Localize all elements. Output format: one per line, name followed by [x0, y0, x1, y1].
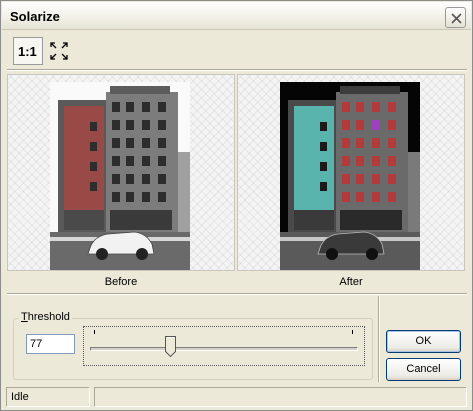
threshold-label: Threshold — [19, 311, 72, 323]
after-caption: After — [339, 276, 363, 288]
fit-to-window-button[interactable] — [47, 37, 69, 65]
title-bar: Solarize — [2, 2, 471, 30]
actual-size-label: 1:1 — [18, 44, 37, 59]
buttons-separator — [378, 296, 380, 382]
status-text: Idle — [11, 391, 29, 403]
solarize-dialog: Solarize 1:1 Before After Threshold 77 O… — [0, 0, 473, 411]
slider-thumb[interactable] — [165, 336, 177, 357]
after-preview-pane — [237, 74, 465, 271]
slider-tick-max — [352, 330, 353, 334]
before-preview-pane — [7, 74, 235, 271]
cancel-button[interactable]: Cancel — [386, 358, 461, 381]
slider-tick-min — [94, 330, 95, 334]
threshold-value-input[interactable] — [26, 334, 75, 354]
after-image — [280, 82, 420, 270]
ok-button[interactable]: OK — [386, 330, 461, 353]
toolbar-separator — [7, 69, 467, 71]
threshold-slider[interactable] — [83, 326, 365, 366]
status-panel-state: Idle — [6, 387, 90, 407]
close-icon — [451, 13, 462, 24]
preview-separator — [7, 293, 467, 295]
close-button[interactable] — [445, 7, 466, 28]
status-panel-info — [94, 387, 467, 407]
fit-to-window-icon — [50, 42, 68, 60]
before-caption: Before — [104, 276, 138, 288]
threshold-label-accelerator: T — [21, 311, 28, 323]
toolbar: 1:1 — [7, 37, 469, 67]
status-bar: Idle — [2, 385, 471, 410]
before-image — [50, 82, 190, 270]
slider-track — [90, 347, 358, 351]
window-title: Solarize — [10, 9, 60, 24]
threshold-label-text: hreshold — [27, 311, 70, 323]
actual-size-button[interactable]: 1:1 — [13, 37, 43, 65]
